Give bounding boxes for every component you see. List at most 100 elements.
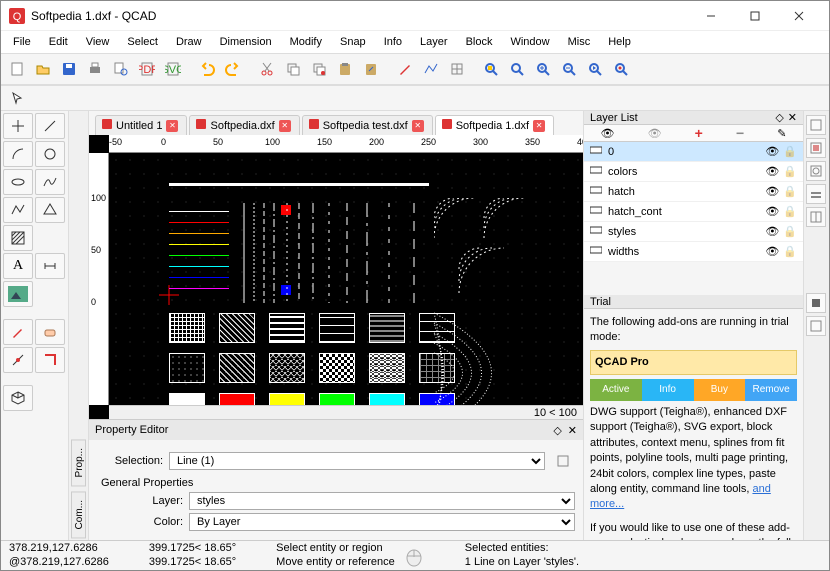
zoom-previous-button[interactable]: [583, 57, 607, 81]
layer-row[interactable]: hatch👁🔒: [584, 182, 803, 202]
lock-icon[interactable]: 🔒: [783, 245, 797, 258]
trial-remove-button[interactable]: Remove: [745, 379, 797, 401]
hatch-tool[interactable]: [3, 225, 33, 251]
menu-dimension[interactable]: Dimension: [212, 34, 280, 50]
drawing-area[interactable]: -50050100150200250300350400 100500: [89, 135, 583, 419]
eye-icon[interactable]: 👁: [765, 225, 779, 238]
circle-tool[interactable]: [35, 141, 65, 167]
view-widget-5[interactable]: [806, 207, 826, 227]
copy-button[interactable]: [281, 57, 305, 81]
draw-button[interactable]: [393, 57, 417, 81]
zoom-selection-button[interactable]: [609, 57, 633, 81]
menu-misc[interactable]: Misc: [560, 34, 599, 50]
sidetab-command[interactable]: Com...: [71, 491, 86, 538]
ellipse-tool[interactable]: [3, 169, 33, 195]
copy-ref-button[interactable]: [307, 57, 331, 81]
eye-icon[interactable]: 👁: [765, 185, 779, 198]
minimize-button[interactable]: [689, 2, 733, 30]
erase-tool[interactable]: [35, 319, 65, 345]
color-dropdown[interactable]: By Layer: [189, 513, 575, 531]
line-tool[interactable]: [35, 113, 65, 139]
grid-button[interactable]: [445, 57, 469, 81]
lock-icon[interactable]: 🔒: [783, 165, 797, 178]
eye-icon[interactable]: 👁: [765, 245, 779, 258]
modify-tool[interactable]: [3, 319, 33, 345]
paste-button[interactable]: [333, 57, 357, 81]
menu-modify[interactable]: Modify: [282, 34, 330, 50]
zoom-in-button[interactable]: [531, 57, 555, 81]
edit-layer-icon[interactable]: ✎: [777, 127, 786, 140]
menu-view[interactable]: View: [78, 34, 118, 50]
auto-zoom-button[interactable]: [479, 57, 503, 81]
point-tool[interactable]: [3, 113, 33, 139]
view-widget-1[interactable]: [806, 115, 826, 135]
new-file-button[interactable]: [5, 57, 29, 81]
view-widget-4[interactable]: [806, 184, 826, 204]
view-widget-2[interactable]: [806, 138, 826, 158]
tab-3[interactable]: Softpedia 1.dxf✕: [435, 115, 554, 135]
svg-export-button[interactable]: SVG: [161, 57, 185, 81]
save-button[interactable]: [57, 57, 81, 81]
add-layer-icon[interactable]: +: [695, 125, 703, 141]
selection-dropdown[interactable]: Line (1): [169, 452, 545, 470]
menu-file[interactable]: File: [5, 34, 39, 50]
layer-row[interactable]: colors👁🔒: [584, 162, 803, 182]
open-button[interactable]: [31, 57, 55, 81]
isometric-tool[interactable]: [3, 385, 33, 411]
eye-icon[interactable]: 👁: [765, 145, 779, 158]
tab-close-icon[interactable]: ✕: [279, 120, 291, 132]
menu-block[interactable]: Block: [458, 34, 501, 50]
layer-dropdown[interactable]: styles: [189, 492, 575, 510]
shape-tool[interactable]: [35, 197, 65, 223]
cut-button[interactable]: [255, 57, 279, 81]
lock-icon[interactable]: 🔒: [783, 225, 797, 238]
panel-close-icon[interactable]: ✕: [788, 111, 797, 124]
pdf-export-button[interactable]: PDF: [135, 57, 159, 81]
menu-window[interactable]: Window: [502, 34, 557, 50]
layer-visibility-toggle-icon[interactable]: 👁: [648, 127, 662, 140]
h-scrollbar[interactable]: 10 < 100: [109, 405, 583, 419]
view-widget-7[interactable]: [806, 316, 826, 336]
layer-row[interactable]: hatch_cont👁🔒: [584, 202, 803, 222]
tab-1[interactable]: Softpedia.dxf✕: [189, 115, 299, 135]
tab-close-icon[interactable]: ✕: [412, 120, 424, 132]
eye-icon[interactable]: 👁: [765, 205, 779, 218]
polyline-tool[interactable]: [3, 197, 33, 223]
undo-button[interactable]: [195, 57, 219, 81]
image-tool[interactable]: [3, 281, 33, 307]
menu-help[interactable]: Help: [600, 34, 639, 50]
zoom-out-button[interactable]: [557, 57, 581, 81]
snap-tool[interactable]: [3, 347, 33, 373]
panel-close-icon[interactable]: ✕: [568, 424, 577, 437]
tab-close-icon[interactable]: ✕: [166, 120, 178, 132]
trial-buy-button[interactable]: Buy: [694, 379, 746, 401]
menu-select[interactable]: Select: [119, 34, 166, 50]
polyline-button[interactable]: [419, 57, 443, 81]
zoom-window-button[interactable]: [505, 57, 529, 81]
measure-tool[interactable]: [35, 347, 65, 373]
redo-button[interactable]: [221, 57, 245, 81]
print-preview-button[interactable]: [109, 57, 133, 81]
layer-row[interactable]: styles👁🔒: [584, 222, 803, 242]
view-widget-6[interactable]: [806, 293, 826, 313]
eye-icon[interactable]: 👁: [765, 165, 779, 178]
maximize-button[interactable]: [733, 2, 777, 30]
spline-tool[interactable]: [35, 169, 65, 195]
pointer-button[interactable]: [5, 86, 29, 110]
lock-icon[interactable]: 🔒: [783, 185, 797, 198]
close-button[interactable]: [777, 2, 821, 30]
layer-visibility-all-icon[interactable]: 👁: [601, 127, 615, 140]
menu-snap[interactable]: Snap: [332, 34, 374, 50]
trial-active-button[interactable]: Active: [590, 379, 642, 401]
dimension-tool[interactable]: [35, 253, 65, 279]
lock-icon[interactable]: 🔒: [783, 205, 797, 218]
remove-layer-icon[interactable]: −: [736, 125, 744, 141]
selection-filter-button[interactable]: [551, 449, 575, 473]
lock-icon[interactable]: 🔒: [783, 145, 797, 158]
sidetab-properties[interactable]: Prop...: [71, 439, 86, 486]
arc-tool[interactable]: [3, 141, 33, 167]
layer-row[interactable]: 0👁🔒: [584, 142, 803, 162]
paste-along-button[interactable]: [359, 57, 383, 81]
view-widget-3[interactable]: [806, 161, 826, 181]
print-button[interactable]: [83, 57, 107, 81]
